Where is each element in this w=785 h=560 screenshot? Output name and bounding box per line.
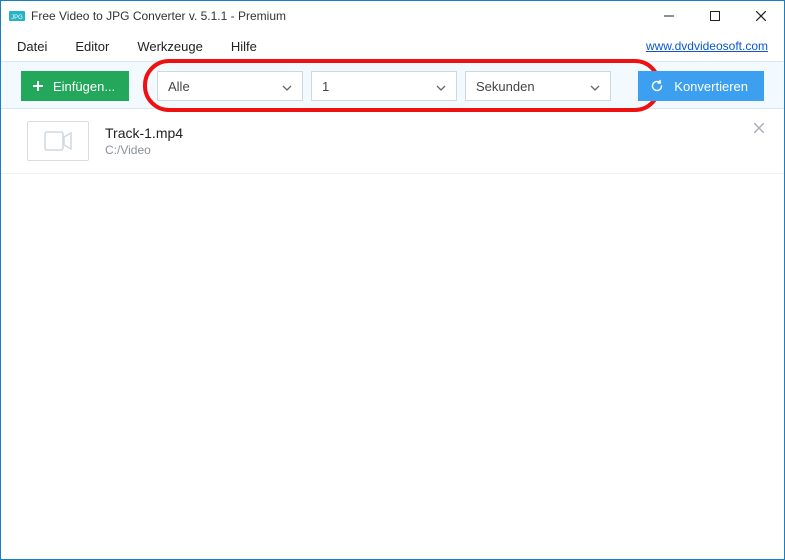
chevron-down-icon bbox=[590, 81, 600, 91]
unit-dropdown-value: Sekunden bbox=[476, 79, 535, 94]
file-meta: Track-1.mp4 C:/Video bbox=[105, 125, 183, 157]
minimize-button[interactable] bbox=[646, 1, 692, 31]
menubar: Datei Editor Werkzeuge Hilfe www.dvdvide… bbox=[1, 31, 784, 61]
app-icon: JPG bbox=[9, 8, 25, 24]
close-button[interactable] bbox=[738, 1, 784, 31]
value-dropdown[interactable]: 1 bbox=[311, 71, 457, 101]
mode-dropdown[interactable]: Alle bbox=[157, 71, 303, 101]
titlebar: JPG Free Video to JPG Converter v. 5.1.1… bbox=[1, 1, 784, 31]
add-files-button[interactable]: Einfügen... bbox=[21, 71, 129, 101]
file-list: Track-1.mp4 C:/Video bbox=[1, 109, 784, 559]
chevron-down-icon bbox=[282, 81, 292, 91]
plus-icon bbox=[31, 79, 45, 93]
file-name: Track-1.mp4 bbox=[105, 125, 183, 141]
mode-dropdown-value: Alle bbox=[168, 79, 190, 94]
dropdown-group: Alle 1 Sekunden bbox=[157, 71, 611, 101]
vendor-link[interactable]: www.dvdvideosoft.com bbox=[646, 39, 768, 53]
convert-button[interactable]: Konvertieren bbox=[638, 71, 764, 101]
file-path: C:/Video bbox=[105, 143, 183, 157]
maximize-button[interactable] bbox=[692, 1, 738, 31]
unit-dropdown[interactable]: Sekunden bbox=[465, 71, 611, 101]
refresh-icon bbox=[650, 79, 664, 93]
svg-text:JPG: JPG bbox=[11, 15, 23, 21]
menu-file[interactable]: Datei bbox=[17, 39, 47, 54]
menu-tools[interactable]: Werkzeuge bbox=[137, 39, 203, 54]
convert-label: Konvertieren bbox=[674, 79, 748, 94]
video-thumb bbox=[27, 121, 89, 161]
menu-editor[interactable]: Editor bbox=[75, 39, 109, 54]
window-controls bbox=[646, 1, 784, 31]
chevron-down-icon bbox=[436, 81, 446, 91]
value-dropdown-value: 1 bbox=[322, 79, 329, 94]
window-title: Free Video to JPG Converter v. 5.1.1 - P… bbox=[31, 9, 286, 23]
remove-item-button[interactable] bbox=[750, 119, 768, 137]
menu-help[interactable]: Hilfe bbox=[231, 39, 257, 54]
list-item[interactable]: Track-1.mp4 C:/Video bbox=[1, 109, 784, 174]
add-files-label: Einfügen... bbox=[53, 79, 115, 94]
toolbar: Einfügen... Alle 1 Sekunden Konvertieren bbox=[1, 61, 784, 109]
